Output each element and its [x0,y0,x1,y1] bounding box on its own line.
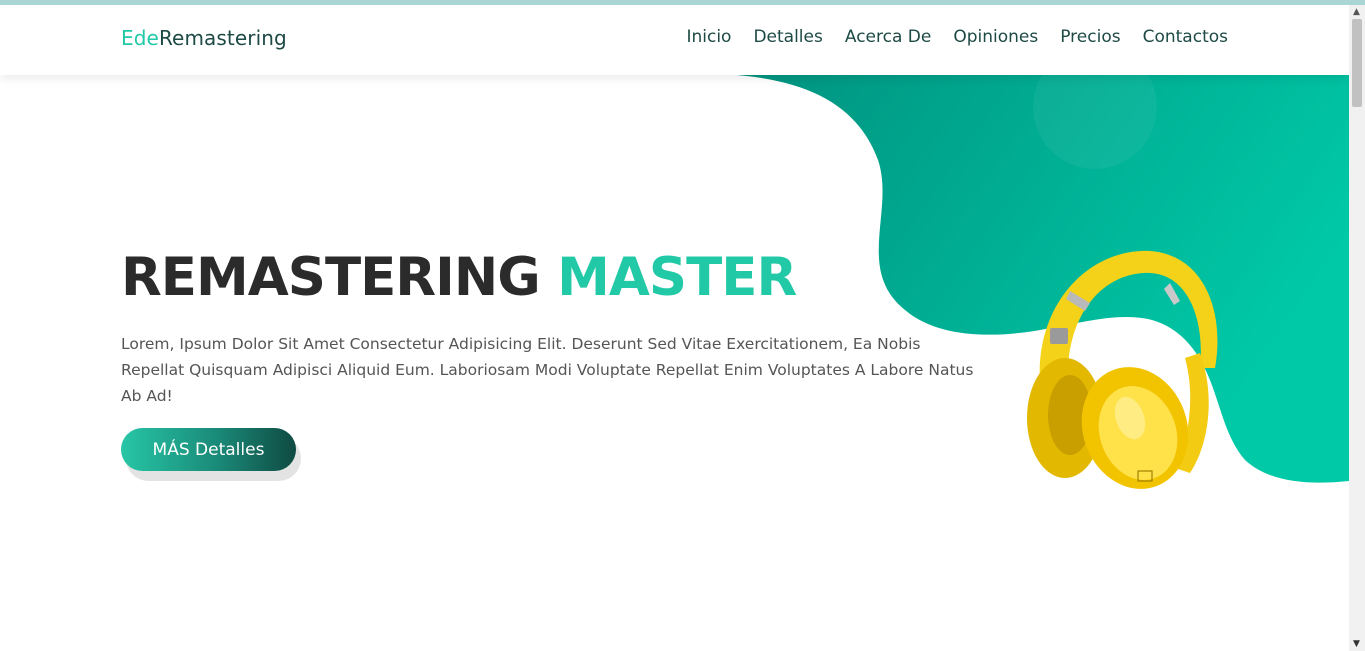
scroll-thumb[interactable] [1352,19,1362,107]
hero-title: REMASTERING MASTER [121,247,797,308]
hero-description: Lorem, Ipsum Dolor Sit Amet Consectetur … [121,335,974,405]
headphones-icon [1027,250,1218,489]
brand-logo-accent: Ede [121,26,159,50]
nav-link-opiniones[interactable]: Opiniones [953,27,1038,47]
brand-logo-rest: Remastering [158,26,287,50]
hero-title-dark: REMASTERING [121,247,541,308]
page: EdeRemastering Inicio Detalles Acerca De… [0,5,1349,651]
hero-title-accent: MASTER [557,247,797,308]
scroll-up-arrow-icon[interactable]: ▲ [1353,7,1360,17]
top-navbar: EdeRemastering Inicio Detalles Acerca De… [0,5,1349,75]
mas-detalles-button[interactable]: MÁS Detalles [121,428,296,471]
vertical-scrollbar[interactable]: ▲ ▼ [1349,5,1365,651]
nav-links: Inicio Detalles Acerca De Opiniones Prec… [664,27,1228,47]
scroll-down-arrow-icon[interactable]: ▼ [1353,639,1360,649]
nav-link-acerca-de[interactable]: Acerca De [845,27,931,47]
nav-link-precios[interactable]: Precios [1060,27,1120,47]
nav-link-contactos[interactable]: Contactos [1143,27,1228,47]
nav-link-detalles[interactable]: Detalles [753,27,822,47]
nav-link-inicio[interactable]: Inicio [686,27,731,47]
cta-wrapper: MÁS Detalles [121,428,301,481]
brand-logo[interactable]: EdeRemastering [121,26,287,50]
